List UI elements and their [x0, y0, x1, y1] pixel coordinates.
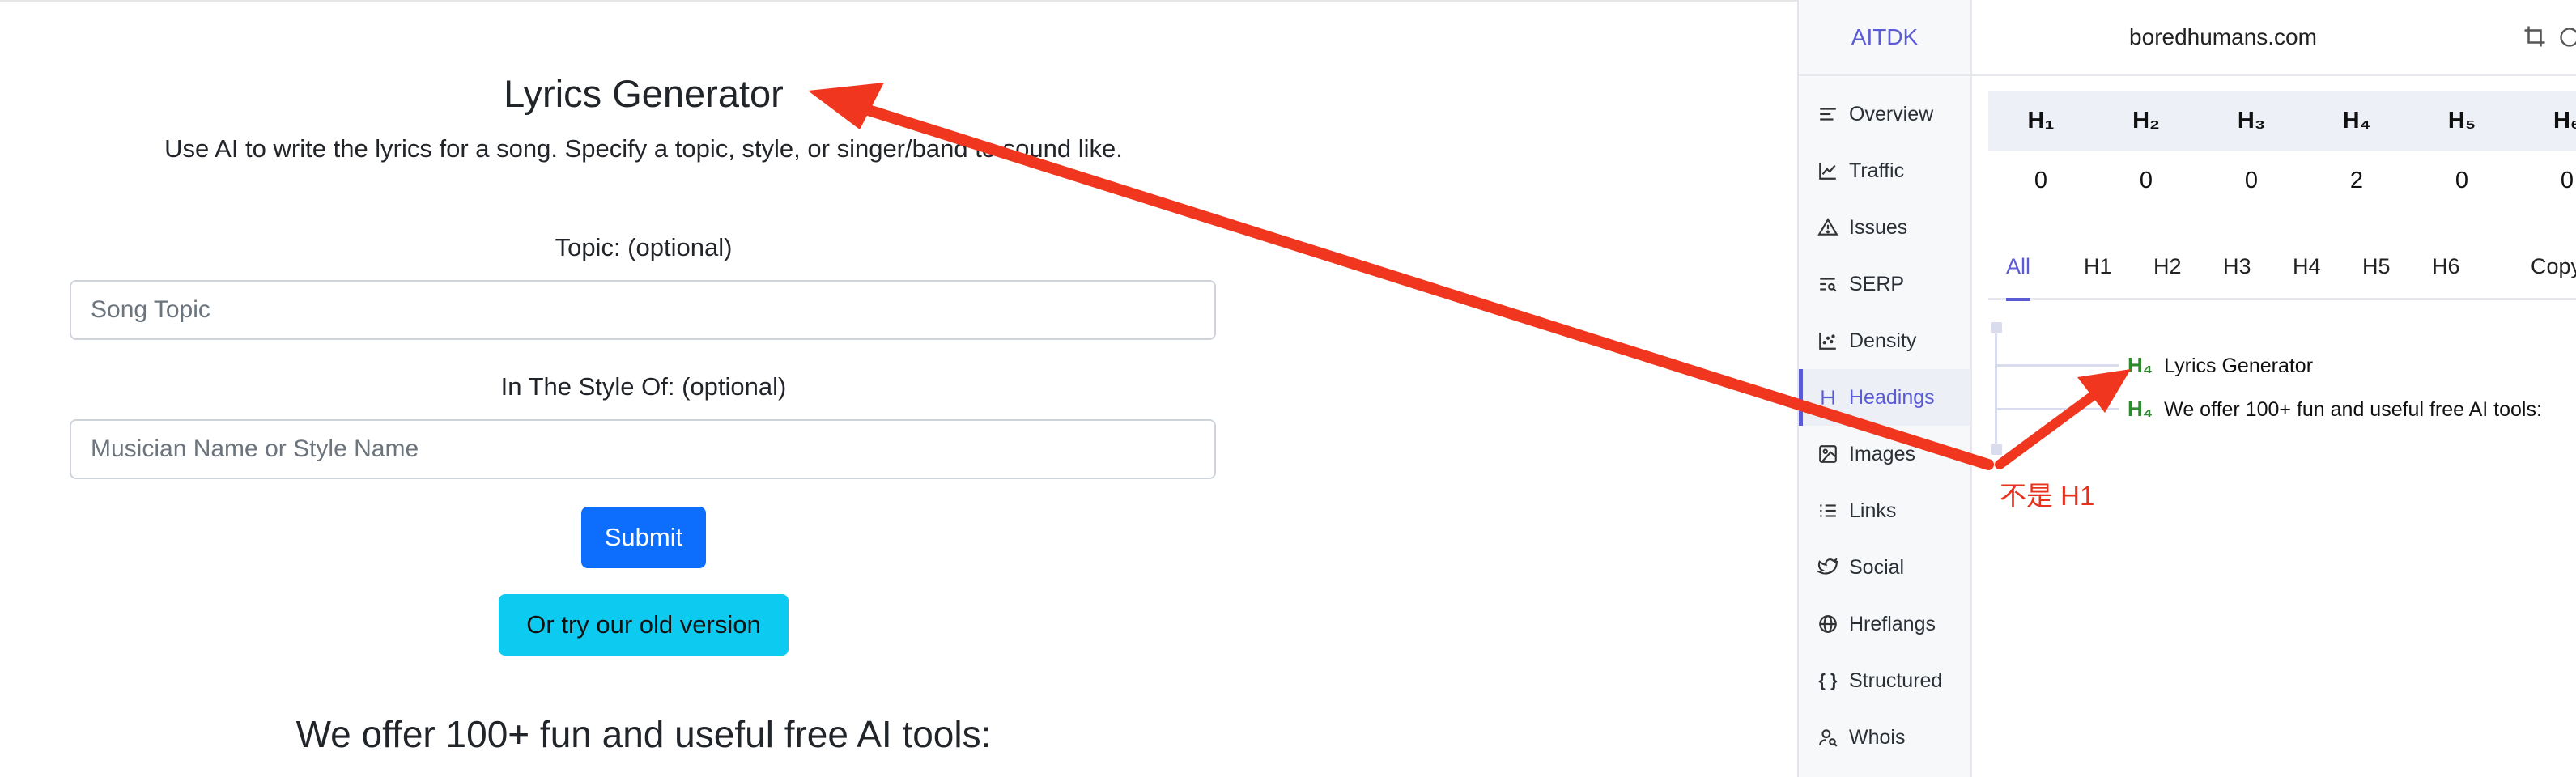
- nav-item-images[interactable]: Images: [1799, 426, 1970, 482]
- nav-item-social[interactable]: Social: [1799, 539, 1970, 596]
- extension-nav: Overview Traffic Issues SERP Density Hea…: [1799, 86, 1970, 766]
- tab-h6[interactable]: H6: [2432, 240, 2460, 298]
- tab-h2[interactable]: H2: [2153, 240, 2182, 298]
- nav-label: Structured: [1849, 669, 1943, 692]
- nav-item-whois[interactable]: Whois: [1799, 709, 1970, 766]
- extension-sidebar: AITDK Overview Traffic Issues SERP Densi…: [1799, 0, 1972, 777]
- site-domain: boredhumans.com: [2129, 24, 2317, 49]
- annotation-text: 不是 H1: [2000, 481, 2095, 511]
- heading-count-values: 0 0 0 2 0 0: [1988, 151, 2576, 210]
- count-value-h5: 0: [2455, 167, 2469, 193]
- count-value-h4: 2: [2349, 167, 2364, 193]
- tree-branch-line: [1997, 364, 2119, 367]
- tab-h3[interactable]: H3: [2223, 240, 2251, 298]
- nav-label: Hreflangs: [1849, 612, 1936, 635]
- image-icon: [1817, 443, 1839, 465]
- nav-label: Density: [1849, 329, 1917, 352]
- scatter-icon: [1817, 329, 1839, 352]
- topic-input[interactable]: [70, 280, 1216, 340]
- serp-icon: [1817, 273, 1839, 295]
- tree-branch-line: [1997, 408, 2119, 410]
- nav-label: Overview: [1849, 102, 1934, 125]
- extension-brand[interactable]: AITDK: [1799, 0, 1970, 76]
- crop-icon[interactable]: [2523, 24, 2547, 49]
- tree-root-marker: [1991, 322, 2002, 333]
- tree-end-marker: [1991, 444, 2002, 455]
- nav-label: Issues: [1849, 215, 1908, 239]
- old-version-button[interactable]: Or try our old version: [499, 594, 789, 656]
- lyrics-generator-page: Lyrics Generator Use AI to write the lyr…: [0, 0, 1287, 777]
- nav-item-overview[interactable]: Overview: [1799, 86, 1970, 142]
- user-search-icon: [1817, 726, 1839, 749]
- tab-h5[interactable]: H5: [2362, 240, 2391, 298]
- heading-count-table: H₁ H₂ H₃ H₄ H₅ H₆ 0 0 0 2 0 0: [1988, 91, 2576, 210]
- nav-label: Images: [1849, 442, 1915, 465]
- nav-label: Social: [1849, 555, 1905, 579]
- nav-label: Whois: [1849, 725, 1906, 749]
- style-input[interactable]: [70, 419, 1216, 479]
- nav-item-links[interactable]: Links: [1799, 482, 1970, 539]
- heading-icon: [1817, 386, 1839, 409]
- style-label: In The Style Of: (optional): [500, 372, 787, 401]
- heading-count-header: H₁ H₂ H₃ H₄ H₅ H₆: [1988, 91, 2576, 151]
- braces-icon: { }: [1818, 670, 1838, 690]
- count-value-h1: 0: [2034, 167, 2048, 193]
- heading-item[interactable]: H₄ We offer 100+ fun and useful free AI t…: [2128, 397, 2542, 422]
- heading-text: Lyrics Generator: [2164, 355, 2314, 377]
- circle-icon[interactable]: [2558, 26, 2576, 49]
- page-title: Lyrics Generator: [504, 72, 784, 115]
- tree-vertical-line: [1995, 327, 1997, 448]
- tab-h4[interactable]: H4: [2293, 240, 2321, 298]
- nav-item-hreflangs[interactable]: Hreflangs: [1799, 596, 1970, 652]
- tab-copy[interactable]: Copy: [2531, 240, 2576, 298]
- nav-item-traffic[interactable]: Traffic: [1799, 142, 1970, 199]
- nav-item-serp[interactable]: SERP: [1799, 256, 1970, 312]
- count-value-h6: 0: [2560, 167, 2574, 193]
- heading-item[interactable]: H₄ Lyrics Generator: [2128, 353, 2313, 378]
- nav-label: Links: [1849, 499, 1897, 522]
- nav-label: SERP: [1849, 272, 1905, 295]
- count-header-h6: H₆: [2553, 107, 2576, 134]
- heading-text: We offer 100+ fun and useful free AI too…: [2164, 398, 2542, 421]
- overview-icon: [1817, 103, 1839, 125]
- extension-header: boredhumans.com: [1972, 0, 2576, 76]
- tools-heading: We offer 100+ fun and useful free AI too…: [295, 713, 992, 755]
- count-header-h2: H₂: [2132, 107, 2160, 134]
- twitter-icon: [1817, 556, 1839, 579]
- tab-h1[interactable]: H1: [2084, 240, 2112, 298]
- nav-item-issues[interactable]: Issues: [1799, 199, 1970, 256]
- nav-item-structured[interactable]: { } Structured: [1799, 652, 1970, 709]
- topic-label: Topic: (optional): [555, 233, 733, 261]
- chart-icon: [1817, 159, 1839, 182]
- count-value-h2: 0: [2139, 167, 2153, 193]
- nav-label: Headings: [1849, 385, 1935, 409]
- globe-icon: [1817, 613, 1839, 635]
- heading-tag: H₄: [2128, 397, 2153, 421]
- page-description: Use AI to write the lyrics for a song. S…: [164, 134, 1123, 163]
- nav-label: Traffic: [1849, 159, 1905, 182]
- count-value-h3: 0: [2244, 167, 2259, 193]
- count-header-h3: H₃: [2237, 107, 2266, 134]
- nav-item-density[interactable]: Density: [1799, 312, 1970, 369]
- submit-button[interactable]: Submit: [581, 507, 706, 568]
- list-icon: [1817, 499, 1839, 522]
- tab-all[interactable]: All: [2006, 240, 2031, 301]
- count-header-h5: H₅: [2447, 107, 2476, 134]
- heading-tag: H₄: [2128, 353, 2153, 377]
- nav-item-headings[interactable]: Headings: [1799, 369, 1970, 426]
- warning-icon: [1817, 216, 1839, 239]
- count-header-h1: H₁: [2027, 107, 2055, 134]
- heading-tabs: All H1 H2 H3 H4 H5 H6 Copy: [1988, 240, 2576, 301]
- count-header-h4: H₄: [2342, 107, 2371, 134]
